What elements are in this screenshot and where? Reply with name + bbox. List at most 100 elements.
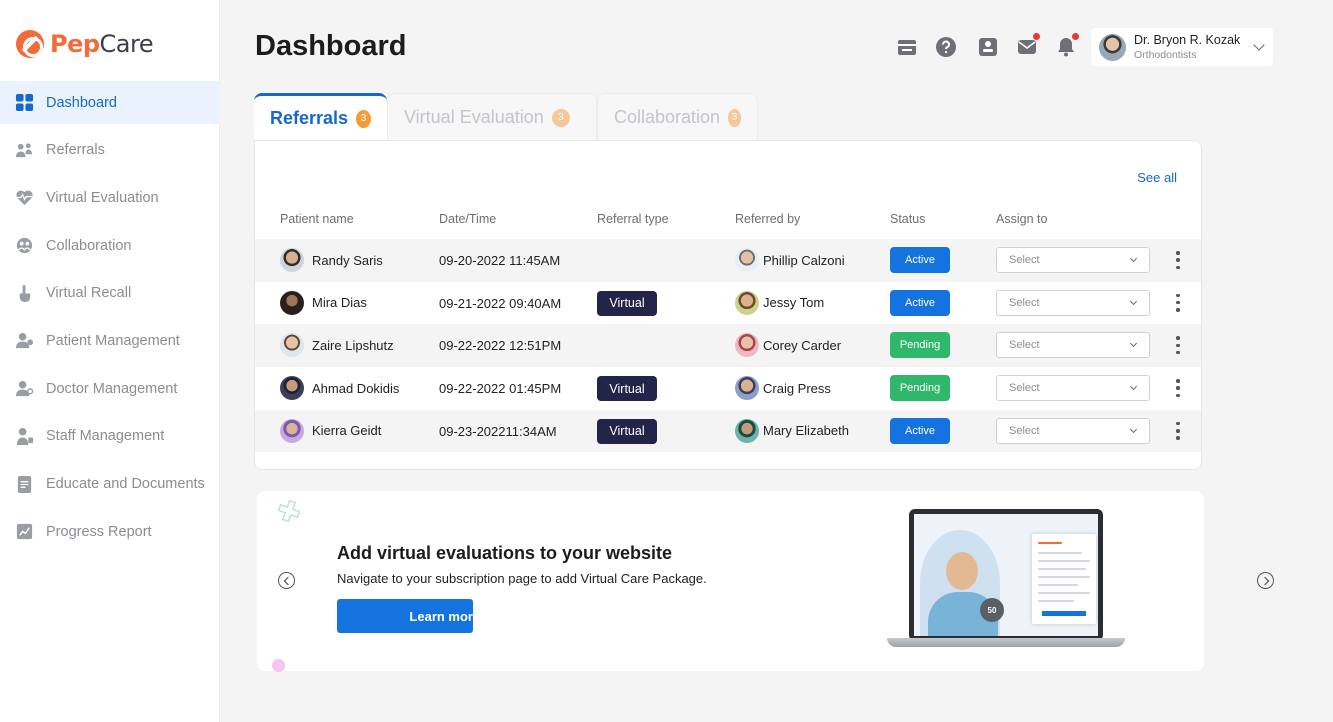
more-options-icon[interactable] [1175, 336, 1181, 355]
profile-info: Dr. Bryon R. Kozak Orthodontists [1134, 33, 1240, 61]
avatar [735, 376, 759, 401]
avatar [280, 290, 304, 315]
referred-by-cell: Jessy Tom [735, 290, 825, 315]
assign-select[interactable]: Select [996, 417, 1150, 444]
date-time: 09-21-2022 09:40AM [439, 295, 562, 311]
referral-type-tag: Virtual [597, 418, 657, 444]
page-title: Dashboard [255, 30, 407, 62]
tab-label: Referrals [270, 108, 349, 128]
learn-more-button[interactable]: Learn mor [337, 599, 473, 633]
sidebar-item-patient-management[interactable]: Patient Management [0, 319, 220, 362]
profile-role: Orthodontists [1134, 49, 1197, 61]
patient-cell: Randy Saris [280, 248, 383, 272]
button-label: Learn mor [409, 608, 473, 624]
sidebar-item-dashboard[interactable]: Dashboard [0, 81, 220, 124]
sidebar-item-virtual-evaluation[interactable]: Virtual Evaluation [0, 176, 220, 219]
discount-badge: 50 [980, 598, 1004, 622]
count-badge: 3 [728, 108, 741, 127]
profile-dropdown[interactable]: Dr. Bryon R. Kozak Orthodontists [1091, 28, 1273, 66]
date-time: 09-23-202211:34AM [439, 423, 557, 439]
sidebar-item-referrals[interactable]: Referrals [0, 129, 220, 172]
patient-icon [15, 331, 34, 350]
avatar [735, 418, 759, 443]
sidebar-item-doctor-management[interactable]: Doctor Management [0, 367, 220, 410]
referrer-name: Phillip Calzoni [763, 252, 845, 268]
header-actions [896, 33, 1079, 58]
id-card-icon[interactable] [977, 36, 999, 58]
doctor-icon [15, 379, 34, 398]
form-illustration [1032, 534, 1096, 624]
assign-select[interactable]: Select [996, 332, 1150, 359]
sidebar-item-label: Doctor Management [46, 380, 178, 397]
more-options-icon[interactable] [1175, 421, 1181, 440]
table-row: Mira Dias 09-21-2022 09:40AM Virtual Jes… [255, 282, 1201, 325]
referral-type-tag: Virtual [597, 376, 657, 402]
sidebar-item-label: Patient Management [46, 332, 180, 349]
assign-select[interactable]: Select [996, 289, 1150, 316]
avatar [735, 333, 759, 358]
help-icon[interactable] [935, 36, 957, 58]
laptop-screen: 50 [909, 509, 1103, 641]
referred-by-cell: Mary Elizabeth [735, 418, 849, 443]
bell-icon[interactable] [1055, 33, 1079, 58]
sidebar-item-collaboration[interactable]: Collaboration [0, 224, 220, 267]
sidebar-nav: Dashboard Referrals Virtual Evaluation C… [0, 81, 220, 558]
tab-virtual-evaluation[interactable]: Virtual Evaluation 3 [387, 93, 597, 141]
chart-icon [15, 522, 34, 541]
tab-bar: Referrals 3 Virtual Evaluation 3 Collabo… [254, 93, 758, 141]
people-icon [15, 141, 34, 160]
mail-icon[interactable] [1016, 33, 1040, 58]
sidebar-item-label: Virtual Evaluation [46, 189, 159, 206]
status-badge: Pending [890, 375, 950, 402]
sidebar-item-educate-documents[interactable]: Educate and Documents [0, 463, 220, 506]
carousel-next-button[interactable] [1257, 572, 1274, 589]
column-header: Date/Time [439, 212, 497, 226]
more-options-icon[interactable] [1175, 379, 1181, 398]
tab-referrals[interactable]: Referrals 3 [254, 93, 387, 141]
avatar [735, 290, 759, 315]
patient-name: Randy Saris [312, 252, 383, 268]
tab-collaboration[interactable]: Collaboration 3 [597, 93, 758, 141]
referrer-name: Corey Carder [763, 337, 842, 353]
patient-name: Kierra Geidt [312, 423, 382, 439]
status-badge: Active [890, 247, 950, 273]
avatar [280, 248, 304, 272]
banner-subtitle: Navigate to your subscription page to ad… [337, 571, 707, 586]
logo-text: PepCare [50, 30, 154, 58]
assign-select[interactable]: Select [996, 247, 1150, 273]
table-row: Kierra Geidt 09-23-202211:34AM Virtual M… [255, 409, 1201, 453]
more-options-icon[interactable] [1175, 293, 1181, 312]
carousel-prev-button[interactable] [278, 572, 295, 589]
profile-name: Dr. Bryon R. Kozak [1134, 33, 1241, 47]
referrer-name: Jessy Tom [763, 295, 825, 311]
count-badge: 3 [356, 109, 371, 128]
dashboard-grid-icon [15, 93, 34, 112]
assign-select[interactable]: Select [996, 375, 1150, 402]
sidebar-item-label: Virtual Recall [46, 285, 132, 302]
status-badge: Active [890, 289, 950, 316]
see-all-link[interactable]: See all [1137, 170, 1177, 185]
tab-label: Virtual Evaluation [404, 107, 544, 127]
banner-title: Add virtual evaluations to your website [337, 543, 673, 563]
table-row: Randy Saris 09-20-2022 11:45AM Phillip C… [255, 239, 1201, 282]
more-options-icon[interactable] [1175, 251, 1181, 269]
calendar-icon[interactable] [896, 36, 918, 58]
referrals-card: See all Patient name Date/Time Referral … [254, 140, 1202, 470]
avatar [280, 376, 304, 401]
column-header: Referral type [597, 212, 669, 226]
count-badge: 3 [551, 108, 570, 127]
document-icon [15, 475, 34, 494]
date-time: 09-22-2022 01:45PM [439, 381, 562, 397]
hand-pointer-icon [15, 284, 34, 303]
column-header: Status [890, 212, 926, 226]
sidebar-item-progress-report[interactable]: Progress Report [0, 510, 220, 553]
patient-name: Mira Dias [312, 295, 367, 311]
staff-icon [15, 427, 34, 446]
heart-pulse-icon [15, 188, 34, 207]
pepcare-logo[interactable]: PepCare [16, 30, 154, 58]
referred-by-cell: Craig Press [735, 376, 831, 401]
patient-cell: Zaire Lipshutz [280, 333, 394, 358]
sidebar-item-staff-management[interactable]: Staff Management [0, 415, 220, 458]
date-time: 09-20-2022 11:45AM [439, 253, 561, 268]
sidebar-item-virtual-recall[interactable]: Virtual Recall [0, 272, 220, 315]
